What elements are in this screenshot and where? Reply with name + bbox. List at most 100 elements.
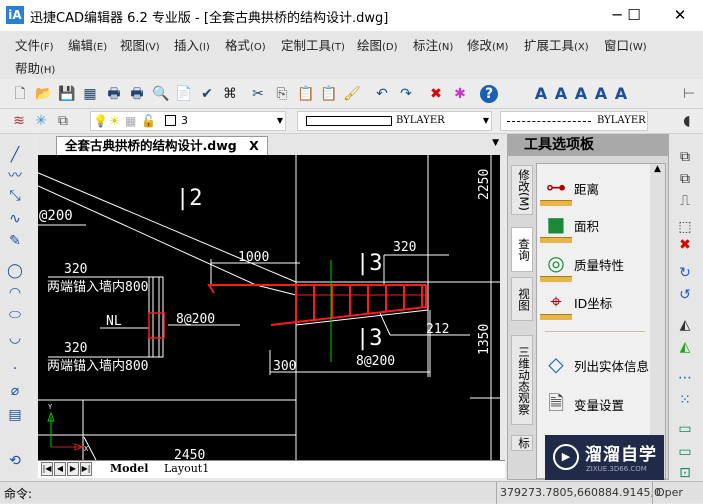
palette-item[interactable]: ⊶ 距离 xyxy=(537,170,652,206)
menu-10[interactable]: 窗口(W) xyxy=(604,35,647,54)
layer-freeze-icon[interactable]: ✳ xyxy=(32,112,50,130)
paste-icon[interactable]: 📋 xyxy=(297,85,315,103)
dimension-tool-icon[interactable]: ⊢ xyxy=(680,85,698,103)
palette-item[interactable]: ◎ 质量特性 xyxy=(537,246,652,282)
arc-spline-icon[interactable]: ∿ xyxy=(6,210,24,228)
document-tab[interactable]: 全套古典拱桥的结构设计.dwg X xyxy=(56,136,268,155)
array-icon[interactable]: ⬚ xyxy=(676,218,694,236)
linetype-select[interactable]: BYLAYER ▼ xyxy=(297,111,492,131)
sun-icon[interactable]: ☀ xyxy=(109,112,120,130)
redo-icon[interactable]: ↷ xyxy=(397,85,415,103)
chevron-down-icon[interactable]: ▼ xyxy=(483,112,489,130)
mode-indicator[interactable]: Oper xyxy=(656,486,683,499)
help-icon[interactable]: ? xyxy=(480,85,498,103)
menu-9[interactable]: 扩展工具(X) xyxy=(524,35,589,54)
find-text-icon[interactable]: A xyxy=(612,85,630,103)
lock-icon[interactable]: 🔓 xyxy=(141,112,156,130)
stretch-icon[interactable]: ⁙ xyxy=(676,391,694,409)
single-text-icon[interactable]: A xyxy=(552,85,570,103)
palette-item[interactable]: 🗎 变量设置 xyxy=(537,386,652,422)
palette-tab-view[interactable]: 视图 xyxy=(511,277,533,321)
menu-4[interactable]: 格式(O) xyxy=(225,35,266,54)
paste-special-icon[interactable]: 📋 xyxy=(320,85,338,103)
edit-text-icon[interactable]: A xyxy=(572,85,590,103)
palette-tab-3d-orbit[interactable]: 三维动态观察 xyxy=(511,335,533,425)
print-export-icon[interactable]: 🖶 xyxy=(105,85,123,103)
scale-icon[interactable]: ⋯ xyxy=(676,369,694,387)
layer-select[interactable]: 💡 ☀ ▦ 🔓 3 ▼ xyxy=(90,111,286,131)
first-layout-button[interactable]: |◀ xyxy=(41,462,53,476)
purge-icon[interactable]: ✱ xyxy=(451,85,469,103)
polyline-icon[interactable]: 〰 xyxy=(6,167,24,185)
prev-layout-button[interactable]: ◀ xyxy=(54,462,66,476)
acis-icon[interactable]: ▦ xyxy=(81,85,99,103)
layer-manager-icon[interactable]: ≋ xyxy=(10,112,28,130)
ellipse-arc-icon[interactable]: ◡ xyxy=(6,329,24,347)
mirror-copy-icon[interactable]: ◭ xyxy=(676,338,694,356)
print-icon[interactable]: 🖶 xyxy=(128,85,146,103)
new-icon[interactable]: 🗋 xyxy=(11,85,29,103)
copy-icon[interactable]: ⎘ xyxy=(273,85,291,103)
tab-model[interactable]: Model xyxy=(110,462,148,475)
arc-icon[interactable]: ◠ xyxy=(6,284,24,302)
extend-icon[interactable]: ▭ xyxy=(676,443,694,461)
page-setup-icon[interactable]: 📄 xyxy=(175,85,193,103)
point-icon[interactable]: · xyxy=(6,360,24,378)
ellipse-icon[interactable]: ⬭ xyxy=(6,306,24,324)
drawing-canvas[interactable]: Y X |2 @200 1000 |3 320 212 |3 8@200 300… xyxy=(38,155,500,460)
palette-item[interactable]: ⌖ ID坐标 xyxy=(537,284,652,320)
spell-check-icon[interactable]: ✔ xyxy=(198,85,216,103)
menu-7[interactable]: 标注(N) xyxy=(413,35,453,54)
menu-0[interactable]: 文件(F) xyxy=(15,35,54,54)
palette-scrollbar[interactable]: ▲ xyxy=(650,164,665,478)
palette-tab-more[interactable]: 标 xyxy=(511,435,533,451)
cut-icon[interactable]: ✂ xyxy=(249,85,267,103)
chevron-down-icon[interactable]: ▼ xyxy=(277,112,283,130)
layer-color-icon[interactable]: ▦ xyxy=(125,112,136,130)
rotate-icon[interactable]: ↻ xyxy=(676,264,694,282)
palette-title[interactable]: 工具选项板 xyxy=(508,135,668,156)
menu-5[interactable]: 定制工具(T) xyxy=(281,35,345,54)
arc-tool-icon[interactable]: ◖ xyxy=(678,112,696,130)
offset-icon[interactable]: ⎍ xyxy=(676,192,694,210)
trim-icon[interactable]: ▭ xyxy=(676,420,694,438)
undo-icon[interactable]: ↶ xyxy=(373,85,391,103)
menu-8[interactable]: 修改(M) xyxy=(467,35,508,54)
erase-icon[interactable]: ✖ xyxy=(676,236,694,254)
menu-11[interactable]: 帮助(H) xyxy=(15,58,55,77)
copy-multiple-icon[interactable]: ⧉ xyxy=(676,170,694,188)
lineweight-select[interactable]: BYLAYER xyxy=(500,111,648,131)
find-icon[interactable]: ⌘ xyxy=(221,85,239,103)
palette-item[interactable]: ◇ 列出实体信息 xyxy=(537,347,652,383)
table-icon[interactable]: ▤ xyxy=(6,406,24,424)
next-layout-button[interactable]: ▶ xyxy=(67,462,79,476)
ray-icon[interactable]: ⤡ xyxy=(6,187,24,205)
refresh-icon[interactable]: ⟲ xyxy=(6,452,24,470)
spiral-icon[interactable]: ⌀ xyxy=(6,382,24,400)
mirror-icon[interactable]: ◭ xyxy=(676,316,694,334)
layer-state-icon[interactable]: ⧉ xyxy=(54,112,72,130)
open-icon[interactable]: 📂 xyxy=(35,85,53,103)
copy-tool-icon[interactable]: ⧉ xyxy=(676,148,694,166)
command-prompt[interactable]: 命令: xyxy=(4,485,32,502)
close-button[interactable]: ✕ xyxy=(660,4,700,26)
tab-dropdown-icon[interactable]: ▼ xyxy=(492,138,499,148)
palette-tab-inquiry[interactable]: 查询 xyxy=(511,227,533,272)
break-icon[interactable]: ⊡ xyxy=(676,464,694,482)
menu-6[interactable]: 绘图(D) xyxy=(357,35,398,54)
text-style-icon[interactable]: A xyxy=(532,85,550,103)
rotate-copy-icon[interactable]: ↺ xyxy=(676,286,694,304)
close-tab-icon[interactable]: X xyxy=(249,138,259,153)
menu-1[interactable]: 编辑(E) xyxy=(68,35,107,54)
pencil-icon[interactable]: ✎ xyxy=(6,232,24,250)
menu-2[interactable]: 视图(V) xyxy=(120,35,160,54)
print-preview-icon[interactable]: 🔍 xyxy=(152,85,170,103)
line-icon[interactable]: ╱ xyxy=(6,146,24,164)
palette-item[interactable]: ■ 面积 xyxy=(537,207,652,243)
maximize-button[interactable]: ☐ xyxy=(614,4,654,26)
tab-layout1[interactable]: Layout1 xyxy=(164,462,209,475)
match-properties-icon[interactable]: 🖌 xyxy=(343,85,361,103)
text-format-icon[interactable]: A xyxy=(592,85,610,103)
menu-3[interactable]: 插入(I) xyxy=(174,35,210,54)
palette-tab-modify[interactable]: 修改(M) xyxy=(511,165,533,215)
